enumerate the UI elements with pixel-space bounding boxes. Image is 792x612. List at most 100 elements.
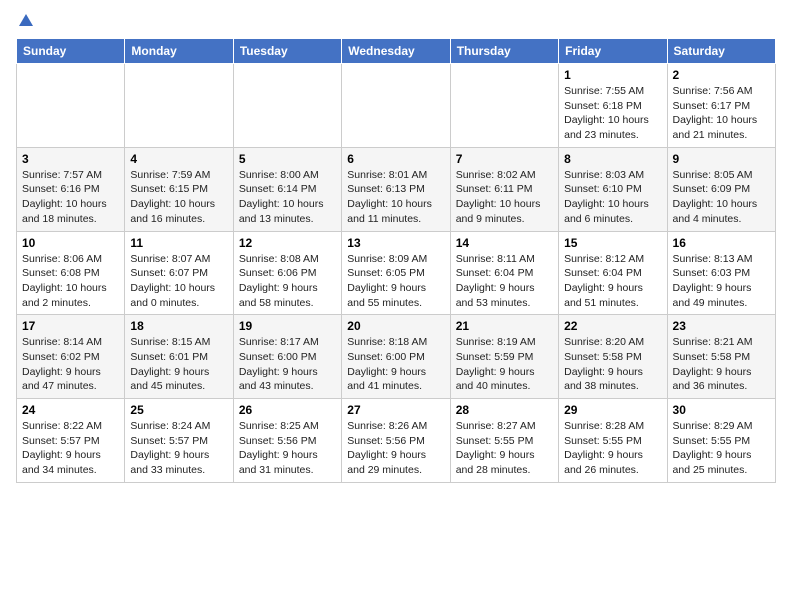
day-info: Sunrise: 8:24 AM Sunset: 5:57 PM Dayligh… (130, 419, 227, 478)
day-info: Sunrise: 8:26 AM Sunset: 5:56 PM Dayligh… (347, 419, 444, 478)
calendar-cell: 24 Sunrise: 8:22 AM Sunset: 5:57 PM Dayli… (17, 399, 125, 483)
calendar-cell (233, 64, 341, 148)
calendar-cell: 8 Sunrise: 8:03 AM Sunset: 6:10 PM Daylig… (559, 147, 667, 231)
calendar-cell: 28 Sunrise: 8:27 AM Sunset: 5:55 PM Dayli… (450, 399, 558, 483)
day-number: 5 (239, 152, 336, 166)
calendar-cell: 23 Sunrise: 8:21 AM Sunset: 5:58 PM Dayli… (667, 315, 775, 399)
day-number: 24 (22, 403, 119, 417)
calendar-header-saturday: Saturday (667, 39, 775, 64)
calendar-cell (450, 64, 558, 148)
day-number: 15 (564, 236, 661, 250)
day-info: Sunrise: 8:08 AM Sunset: 6:06 PM Dayligh… (239, 252, 336, 311)
day-number: 22 (564, 319, 661, 333)
day-number: 20 (347, 319, 444, 333)
calendar-cell: 6Sunrise: 8:01 AM Sunset: 6:13 PM Daylig… (342, 147, 450, 231)
calendar-cell: 14 Sunrise: 8:11 AM Sunset: 6:04 PM Dayli… (450, 231, 558, 315)
day-info: Sunrise: 8:28 AM Sunset: 5:55 PM Dayligh… (564, 419, 661, 478)
calendar-cell: 27 Sunrise: 8:26 AM Sunset: 5:56 PM Dayli… (342, 399, 450, 483)
calendar-cell: 5 Sunrise: 8:00 AM Sunset: 6:14 PM Daylig… (233, 147, 341, 231)
day-number: 8 (564, 152, 661, 166)
calendar-cell: 25 Sunrise: 8:24 AM Sunset: 5:57 PM Dayli… (125, 399, 233, 483)
calendar-cell: 18 Sunrise: 8:15 AM Sunset: 6:01 PM Dayli… (125, 315, 233, 399)
calendar-cell: 2 Sunrise: 7:56 AM Sunset: 6:17 PM Daylig… (667, 64, 775, 148)
day-number: 23 (673, 319, 770, 333)
calendar-body: 1Sunrise: 7:55 AM Sunset: 6:18 PM Daylig… (17, 64, 776, 483)
day-info: Sunrise: 8:29 AM Sunset: 5:55 PM Dayligh… (673, 419, 770, 478)
day-number: 10 (22, 236, 119, 250)
day-info: Sunrise: 8:21 AM Sunset: 5:58 PM Dayligh… (673, 335, 770, 394)
day-number: 28 (456, 403, 553, 417)
day-number: 26 (239, 403, 336, 417)
calendar-cell: 12 Sunrise: 8:08 AM Sunset: 6:06 PM Dayli… (233, 231, 341, 315)
day-number: 21 (456, 319, 553, 333)
calendar-cell: 3 Sunrise: 7:57 AM Sunset: 6:16 PM Daylig… (17, 147, 125, 231)
day-info: Sunrise: 7:59 AM Sunset: 6:15 PM Dayligh… (130, 168, 227, 227)
day-info: Sunrise: 7:56 AM Sunset: 6:17 PM Dayligh… (673, 84, 770, 143)
calendar-cell: 19 Sunrise: 8:17 AM Sunset: 6:00 PM Dayli… (233, 315, 341, 399)
day-info: Sunrise: 8:06 AM Sunset: 6:08 PM Dayligh… (22, 252, 119, 311)
calendar-header-sunday: Sunday (17, 39, 125, 64)
calendar-cell: 30 Sunrise: 8:29 AM Sunset: 5:55 PM Dayli… (667, 399, 775, 483)
day-number: 27 (347, 403, 444, 417)
day-number: 18 (130, 319, 227, 333)
day-info: Sunrise: 8:11 AM Sunset: 6:04 PM Dayligh… (456, 252, 553, 311)
day-info: Sunrise: 8:09 AM Sunset: 6:05 PM Dayligh… (347, 252, 444, 311)
calendar-header-wednesday: Wednesday (342, 39, 450, 64)
calendar-cell: 15Sunrise: 8:12 AM Sunset: 6:04 PM Dayli… (559, 231, 667, 315)
calendar-cell: 9Sunrise: 8:05 AM Sunset: 6:09 PM Daylig… (667, 147, 775, 231)
calendar-header-friday: Friday (559, 39, 667, 64)
calendar-cell: 7 Sunrise: 8:02 AM Sunset: 6:11 PM Daylig… (450, 147, 558, 231)
day-number: 11 (130, 236, 227, 250)
calendar-header-row: SundayMondayTuesdayWednesdayThursdayFrid… (17, 39, 776, 64)
calendar-cell (125, 64, 233, 148)
calendar-cell: 13Sunrise: 8:09 AM Sunset: 6:05 PM Dayli… (342, 231, 450, 315)
day-number: 4 (130, 152, 227, 166)
day-number: 17 (22, 319, 119, 333)
day-number: 6 (347, 152, 444, 166)
calendar-week-2: 3 Sunrise: 7:57 AM Sunset: 6:16 PM Daylig… (17, 147, 776, 231)
day-number: 2 (673, 68, 770, 82)
logo (16, 16, 35, 30)
day-number: 12 (239, 236, 336, 250)
calendar-cell: 21 Sunrise: 8:19 AM Sunset: 5:59 PM Dayli… (450, 315, 558, 399)
day-info: Sunrise: 8:05 AM Sunset: 6:09 PM Dayligh… (673, 168, 770, 227)
day-number: 16 (673, 236, 770, 250)
day-info: Sunrise: 8:18 AM Sunset: 6:00 PM Dayligh… (347, 335, 444, 394)
day-info: Sunrise: 8:00 AM Sunset: 6:14 PM Dayligh… (239, 168, 336, 227)
day-number: 14 (456, 236, 553, 250)
calendar-header-monday: Monday (125, 39, 233, 64)
day-info: Sunrise: 8:22 AM Sunset: 5:57 PM Dayligh… (22, 419, 119, 478)
calendar-cell (342, 64, 450, 148)
calendar-cell: 22 Sunrise: 8:20 AM Sunset: 5:58 PM Dayli… (559, 315, 667, 399)
calendar-cell: 16Sunrise: 8:13 AM Sunset: 6:03 PM Dayli… (667, 231, 775, 315)
calendar-week-1: 1Sunrise: 7:55 AM Sunset: 6:18 PM Daylig… (17, 64, 776, 148)
day-info: Sunrise: 8:20 AM Sunset: 5:58 PM Dayligh… (564, 335, 661, 394)
day-info: Sunrise: 8:27 AM Sunset: 5:55 PM Dayligh… (456, 419, 553, 478)
header (16, 16, 776, 30)
calendar-cell: 11 Sunrise: 8:07 AM Sunset: 6:07 PM Dayli… (125, 231, 233, 315)
day-info: Sunrise: 8:07 AM Sunset: 6:07 PM Dayligh… (130, 252, 227, 311)
calendar: SundayMondayTuesdayWednesdayThursdayFrid… (16, 38, 776, 483)
day-info: Sunrise: 8:15 AM Sunset: 6:01 PM Dayligh… (130, 335, 227, 394)
calendar-header-tuesday: Tuesday (233, 39, 341, 64)
calendar-week-4: 17 Sunrise: 8:14 AM Sunset: 6:02 PM Dayli… (17, 315, 776, 399)
day-info: Sunrise: 8:17 AM Sunset: 6:00 PM Dayligh… (239, 335, 336, 394)
calendar-cell: 29Sunrise: 8:28 AM Sunset: 5:55 PM Dayli… (559, 399, 667, 483)
day-info: Sunrise: 8:19 AM Sunset: 5:59 PM Dayligh… (456, 335, 553, 394)
calendar-cell (17, 64, 125, 148)
calendar-cell: 10 Sunrise: 8:06 AM Sunset: 6:08 PM Dayli… (17, 231, 125, 315)
day-info: Sunrise: 8:02 AM Sunset: 6:11 PM Dayligh… (456, 168, 553, 227)
calendar-header-thursday: Thursday (450, 39, 558, 64)
day-info: Sunrise: 8:14 AM Sunset: 6:02 PM Dayligh… (22, 335, 119, 394)
calendar-cell: 1Sunrise: 7:55 AM Sunset: 6:18 PM Daylig… (559, 64, 667, 148)
day-number: 25 (130, 403, 227, 417)
day-number: 7 (456, 152, 553, 166)
day-info: Sunrise: 7:57 AM Sunset: 6:16 PM Dayligh… (22, 168, 119, 227)
day-number: 3 (22, 152, 119, 166)
day-info: Sunrise: 7:55 AM Sunset: 6:18 PM Dayligh… (564, 84, 661, 143)
calendar-week-5: 24 Sunrise: 8:22 AM Sunset: 5:57 PM Dayli… (17, 399, 776, 483)
logo-icon (17, 12, 35, 30)
day-number: 30 (673, 403, 770, 417)
day-number: 19 (239, 319, 336, 333)
day-info: Sunrise: 8:03 AM Sunset: 6:10 PM Dayligh… (564, 168, 661, 227)
